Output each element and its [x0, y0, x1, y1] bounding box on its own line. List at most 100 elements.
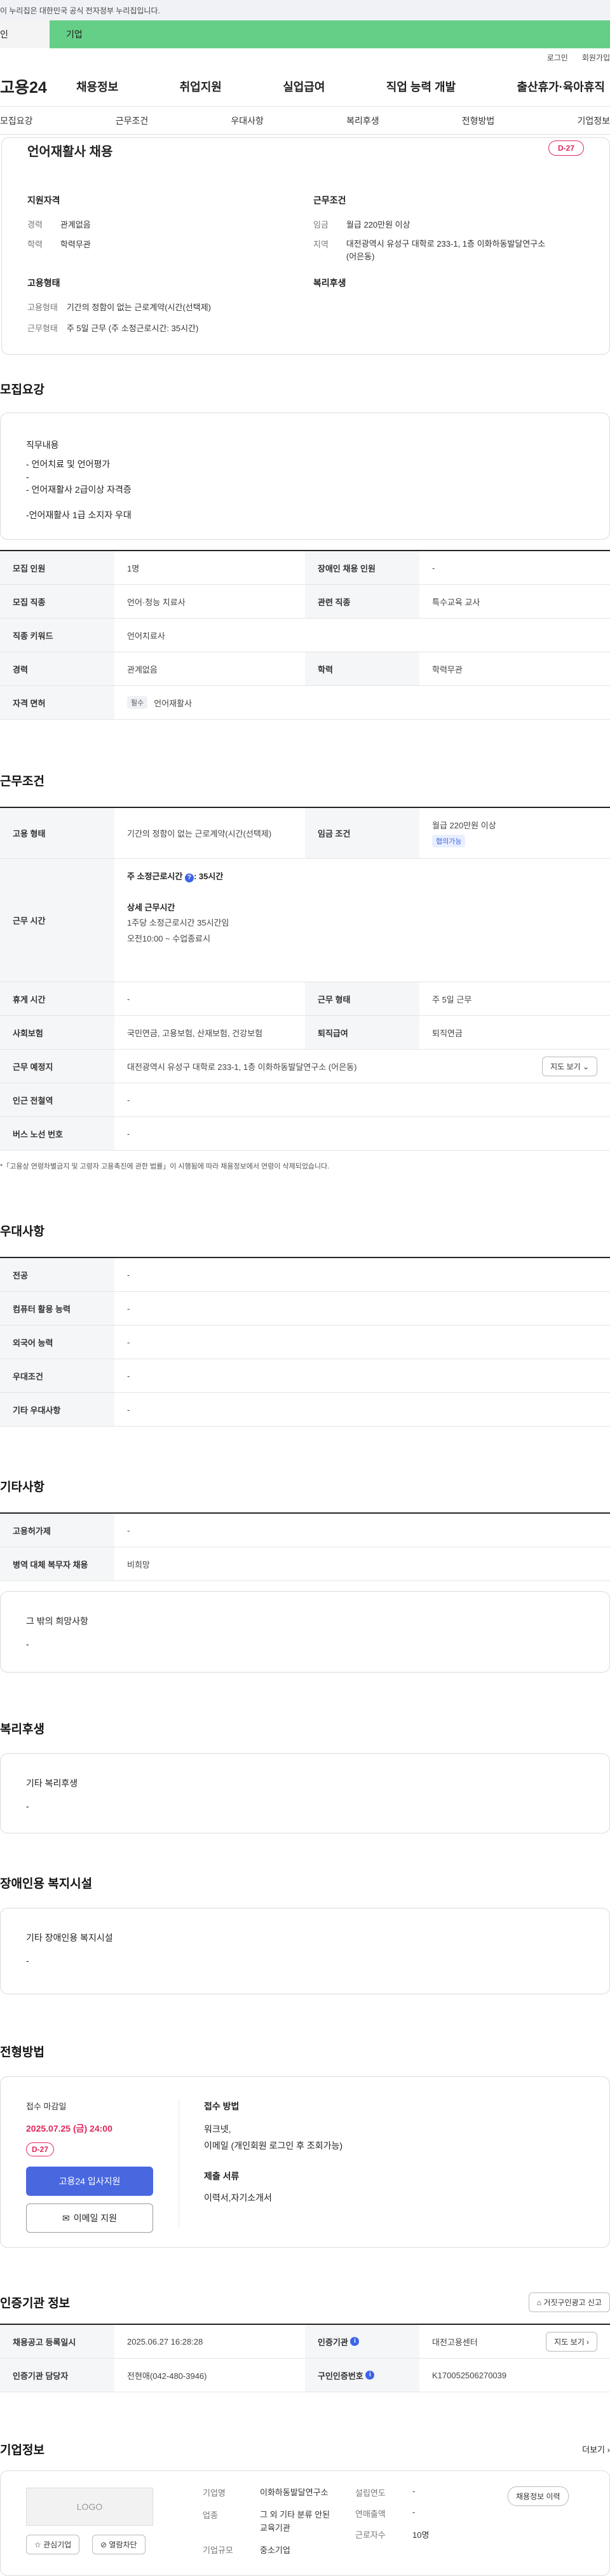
block-company-button[interactable]: ⊘ 열람차단: [92, 2535, 146, 2554]
org-map-button[interactable]: 지도 보기 ›: [546, 2331, 597, 2352]
selection-section-title: 전형방법: [0, 2046, 44, 2059]
duty-line: - 언어치료 및 언어평가: [26, 459, 111, 469]
row-label: 병역 대체 복무자 채용: [0, 1547, 114, 1580]
row-value: -: [127, 1303, 130, 1313]
report-button[interactable]: ⌂ 거짓구인광고 신고: [528, 2292, 610, 2312]
apply-button-label: 고용24 입사지원: [58, 2176, 121, 2186]
qualification-title: 지원자격: [27, 195, 60, 205]
favorite-company-button[interactable]: ☆ 관심기업: [26, 2535, 80, 2554]
row-value: 비희망: [127, 1559, 150, 1570]
table-row: 버스 노선 번호 -: [0, 1117, 610, 1151]
info-icon[interactable]: ?: [184, 874, 194, 882]
tab-recruit[interactable]: 모집요강: [0, 114, 33, 127]
recruit-section-title: 모집요강: [0, 383, 44, 397]
gov-banner: 이 누리집은 대한민국 공식 전자정부 누리집입니다.: [0, 0, 610, 20]
info-icon[interactable]: i: [365, 2371, 375, 2380]
login-link[interactable]: 로그인: [547, 52, 568, 63]
chevron-right-icon: ›: [607, 2445, 610, 2455]
row-value: 관계없음: [127, 664, 158, 675]
row-value: 학력무관: [432, 664, 463, 675]
license-value: 언어재활사: [154, 698, 193, 708]
row-label: 경력: [0, 652, 114, 685]
num-label: 구인인증번호: [318, 2371, 363, 2381]
job-history-button[interactable]: 채용정보 이력: [508, 2486, 569, 2506]
star-icon: ☆: [34, 2540, 41, 2549]
gnb-item-support[interactable]: 취업지원: [180, 78, 222, 95]
row-label: 고용허가제: [0, 1514, 114, 1547]
row-label: 채용공고 등록일시: [0, 2325, 114, 2358]
preference-table: 전공 - 컴퓨터 활용 능력 - 외국어 능력 - 우대조건 - 기타 우대사항 -: [0, 1257, 610, 1427]
row-label: 자격 면허: [0, 686, 114, 719]
detail-hours-title: 상세 근무시간: [127, 902, 175, 912]
gnb-item-training[interactable]: 직업 능력 개발: [386, 78, 456, 95]
weekly-hours-label: 주 소정근로시간: [127, 872, 183, 881]
table-row: 컴퓨터 활용 능력 -: [0, 1292, 610, 1326]
sales-label: 연매출액: [355, 2509, 386, 2519]
row-label: 임금 조건: [305, 808, 419, 858]
tab-selection[interactable]: 전형방법: [462, 114, 495, 127]
welfare-box-value: -: [26, 1801, 29, 1811]
row-value: -: [432, 563, 435, 573]
row-label: 근무 예정지: [0, 1050, 114, 1083]
tab-company[interactable]: 기업정보: [577, 114, 610, 127]
wage-value: 월급 220만원 이상: [432, 821, 496, 830]
cert-header: 인증기관 정보 ⌂ 거짓구인광고 신고: [0, 2292, 610, 2312]
career-value: 관계없음: [60, 220, 91, 230]
table-row: 기타 우대사항 -: [0, 1393, 610, 1427]
etc-box-title: 그 밖의 희망사항: [26, 1616, 88, 1626]
duty-line: -언어재활사 1급 소지자 우대: [26, 510, 132, 520]
preference-section-title: 우대사항: [0, 1225, 44, 1238]
recruit-table: 모집 인원 1명 장애인 채용 인원 - 모집 직종 언어·청능 치료사 관련 직종 특수교…: [0, 550, 610, 720]
apply-dday-badge: D-27: [26, 2142, 55, 2156]
dday-badge: D-27: [548, 140, 584, 156]
site-logo[interactable]: 고용24: [0, 75, 76, 98]
size-value: 중소기업: [260, 2545, 290, 2556]
email-apply-button[interactable]: ✉ 이메일 지원: [26, 2203, 153, 2233]
row-label: 모집 직종: [0, 585, 114, 618]
table-row: 채용공고 등록일시 2025.06.27 16:28:28 인증기관 i 대전고용센터…: [0, 2325, 610, 2359]
row-label: 인근 전철역: [0, 1083, 114, 1116]
row-value: -: [127, 1095, 130, 1105]
map-button[interactable]: 지도 보기 ⌄: [542, 1056, 597, 1076]
disability-box-title: 기타 장애인용 복지시설: [26, 1933, 113, 1943]
company-logo-placeholder: LOGO: [26, 2488, 153, 2526]
row-label: 근무 시간: [0, 859, 114, 982]
apply-button[interactable]: 고용24 입사지원: [26, 2167, 153, 2196]
gnb-item-leave[interactable]: 출산휴가·육아휴직: [517, 78, 605, 95]
tab-welfare[interactable]: 복리후생: [346, 114, 379, 127]
company-header: 기업정보 더보기 ›: [0, 2441, 610, 2458]
tab-conditions[interactable]: 근무조건: [116, 114, 149, 127]
table-row: 근무 예정지 대전광역시 유성구 대학로 233-1, 1층 이화하동발달연구소 …: [0, 1050, 610, 1083]
more-link[interactable]: 더보기 ›: [582, 2443, 610, 2455]
company-name-value: 이화하동발달연구소: [260, 2488, 329, 2497]
gnb-item-unemployment[interactable]: 실업급여: [283, 78, 325, 95]
user-type-company[interactable]: 기업: [50, 20, 610, 48]
gnb-item-jobs[interactable]: 채용정보: [76, 78, 118, 95]
info-icon[interactable]: i: [350, 2337, 360, 2346]
user-type-individual[interactable]: 인: [0, 20, 50, 48]
row-value: 주 소정근로시간 ?: 35시간 상세 근무시간 1주당 소정근로시간 35시간…: [114, 859, 610, 982]
company-box: LOGO ☆ 관심기업 ⊘ 열람차단 기업명 이화하동발달연구소 업종 그 외 기타…: [0, 2470, 610, 2576]
employment-title: 고용형태: [27, 278, 60, 288]
emp-type-value: 기간의 정함이 없는 근로계약(시간(선택제): [66, 303, 211, 312]
place-value: 대전광역시 유성구 대학로 233-1, 1층 이화하동발달연구소 (어은동): [127, 1062, 357, 1072]
favorite-label: 관심기업: [43, 2540, 72, 2549]
tab-preference[interactable]: 우대사항: [231, 114, 264, 127]
negotiable-badge: 협의가능: [432, 835, 466, 847]
row-value: 대전광역시 유성구 대학로 233-1, 1층 이화하동발달연구소 (어은동) 지…: [114, 1050, 610, 1083]
join-link[interactable]: 회원가입: [582, 52, 610, 63]
util-nav: 로그인 회원가입: [0, 48, 610, 66]
company-info-2: 설립연도 - 연매출액 - 근로자수 10명: [355, 2486, 429, 2540]
row-label: 버스 노선 번호: [0, 1117, 114, 1150]
row-label: 기타 우대사항: [0, 1393, 114, 1426]
row-label: 직종 키워드: [0, 619, 114, 652]
org-map-label: 지도 보기: [554, 2337, 585, 2346]
user-type-tabs: 인 기업: [0, 20, 610, 48]
detail-hours-line: 오전10:00 ~ 수업종료시: [127, 934, 211, 944]
row-label: 우대조건: [0, 1359, 114, 1392]
row-value: 언어치료사: [127, 631, 165, 641]
deadline-label: 접수 마감일: [26, 2102, 67, 2111]
row-value: 대전고용센터 지도 보기 ›: [419, 2325, 610, 2358]
table-row: 자격 면허 필수 언어재활사: [0, 686, 610, 720]
industry-value: 그 외 기타 분류 안된 교육기관: [260, 2509, 330, 2533]
